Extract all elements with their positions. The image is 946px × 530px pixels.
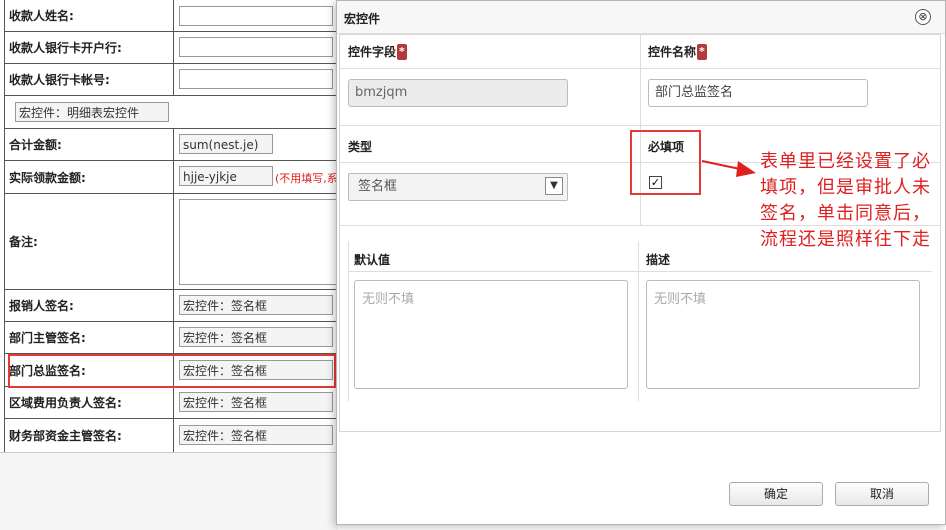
field-header: 控件字段 * [348,43,407,60]
macro-control-dialog: 宏控件 ⊗ 控件字段 * 控件名称 * bmzjqm 部门总监签名 类型 必填项 签… [336,0,946,525]
bank-input[interactable] [179,37,333,57]
type-header: 类型 [348,140,373,154]
form-label: 合计金额: [5,129,174,160]
finance-sign-field[interactable]: 宏控件：签名框 [179,425,333,445]
column-divider [640,35,641,225]
column-divider [348,241,349,401]
description-header: 描述 [646,253,671,267]
form-label: 报销人签名: [5,290,174,321]
total-amount-field[interactable]: sum(nest.je) [179,134,273,154]
director-sign-field[interactable]: 宏控件：签名框 [179,360,333,380]
field-code-input[interactable]: bmzjqm [348,79,568,107]
form-label: 收款人银行卡帐号: [5,64,174,95]
name-header-label: 控件名称 [648,45,697,59]
form-label: 备注: [5,194,174,289]
name-header: 控件名称 * [648,43,707,60]
ok-button[interactable]: 确定 [729,482,823,506]
default-value-textarea[interactable]: 无则不填 [354,280,628,389]
page-footer-area [0,452,338,530]
field-header-label: 控件字段 [348,45,397,59]
form-label: 收款人银行卡开户行: [5,32,174,63]
form-label: 区域费用负责人签名: [5,387,174,418]
close-icon[interactable]: ⊗ [915,9,931,25]
chevron-down-icon[interactable]: ▼ [545,177,563,195]
type-select[interactable]: 签名框 ▼ [348,173,568,201]
actual-amount-note: (不用填写,系 [275,172,338,185]
remarks-textarea[interactable] [179,199,339,285]
claimant-sign-field[interactable]: 宏控件：签名框 [179,295,333,315]
divider [340,125,940,126]
payee-name-input[interactable] [179,6,333,26]
dialog-title: 宏控件 [344,12,381,26]
form-label: 收款人姓名: [5,0,174,31]
region-sign-field[interactable]: 宏控件：签名框 [179,392,333,412]
actual-amount-field[interactable]: hjje-yjkje [179,166,273,186]
divider [348,271,932,272]
detail-macro-control[interactable]: 宏控件：明细表宏控件 [15,102,169,122]
required-checkbox[interactable]: ✓ [649,176,662,189]
form-label: 部门主管签名: [5,322,174,353]
required-mark-icon: * [697,44,707,60]
form-label: 财务部资金主管签名: [5,419,174,452]
account-input[interactable] [179,69,333,89]
divider [340,68,940,69]
form-label: 实际领款金额: [5,161,174,193]
column-divider [638,241,639,401]
cancel-button[interactable]: 取消 [835,482,929,506]
type-select-value: 签名框 [358,179,398,194]
annotation-text: 表单里已经设置了必填项，但是审批人未签名，单击同意后，流程还是照样往下走 [760,151,931,250]
description-textarea[interactable]: 无则不填 [646,280,920,389]
dialog-header: 宏控件 ⊗ [337,1,945,34]
form-label: 部门总监签名: [5,354,174,386]
required-mark-icon: * [397,44,407,60]
manager-sign-field[interactable]: 宏控件：签名框 [179,327,333,347]
control-name-input[interactable]: 部门总监签名 [648,79,868,107]
required-header: 必填项 [648,140,685,154]
default-value-header: 默认值 [354,253,391,267]
arrow-icon [701,160,756,177]
